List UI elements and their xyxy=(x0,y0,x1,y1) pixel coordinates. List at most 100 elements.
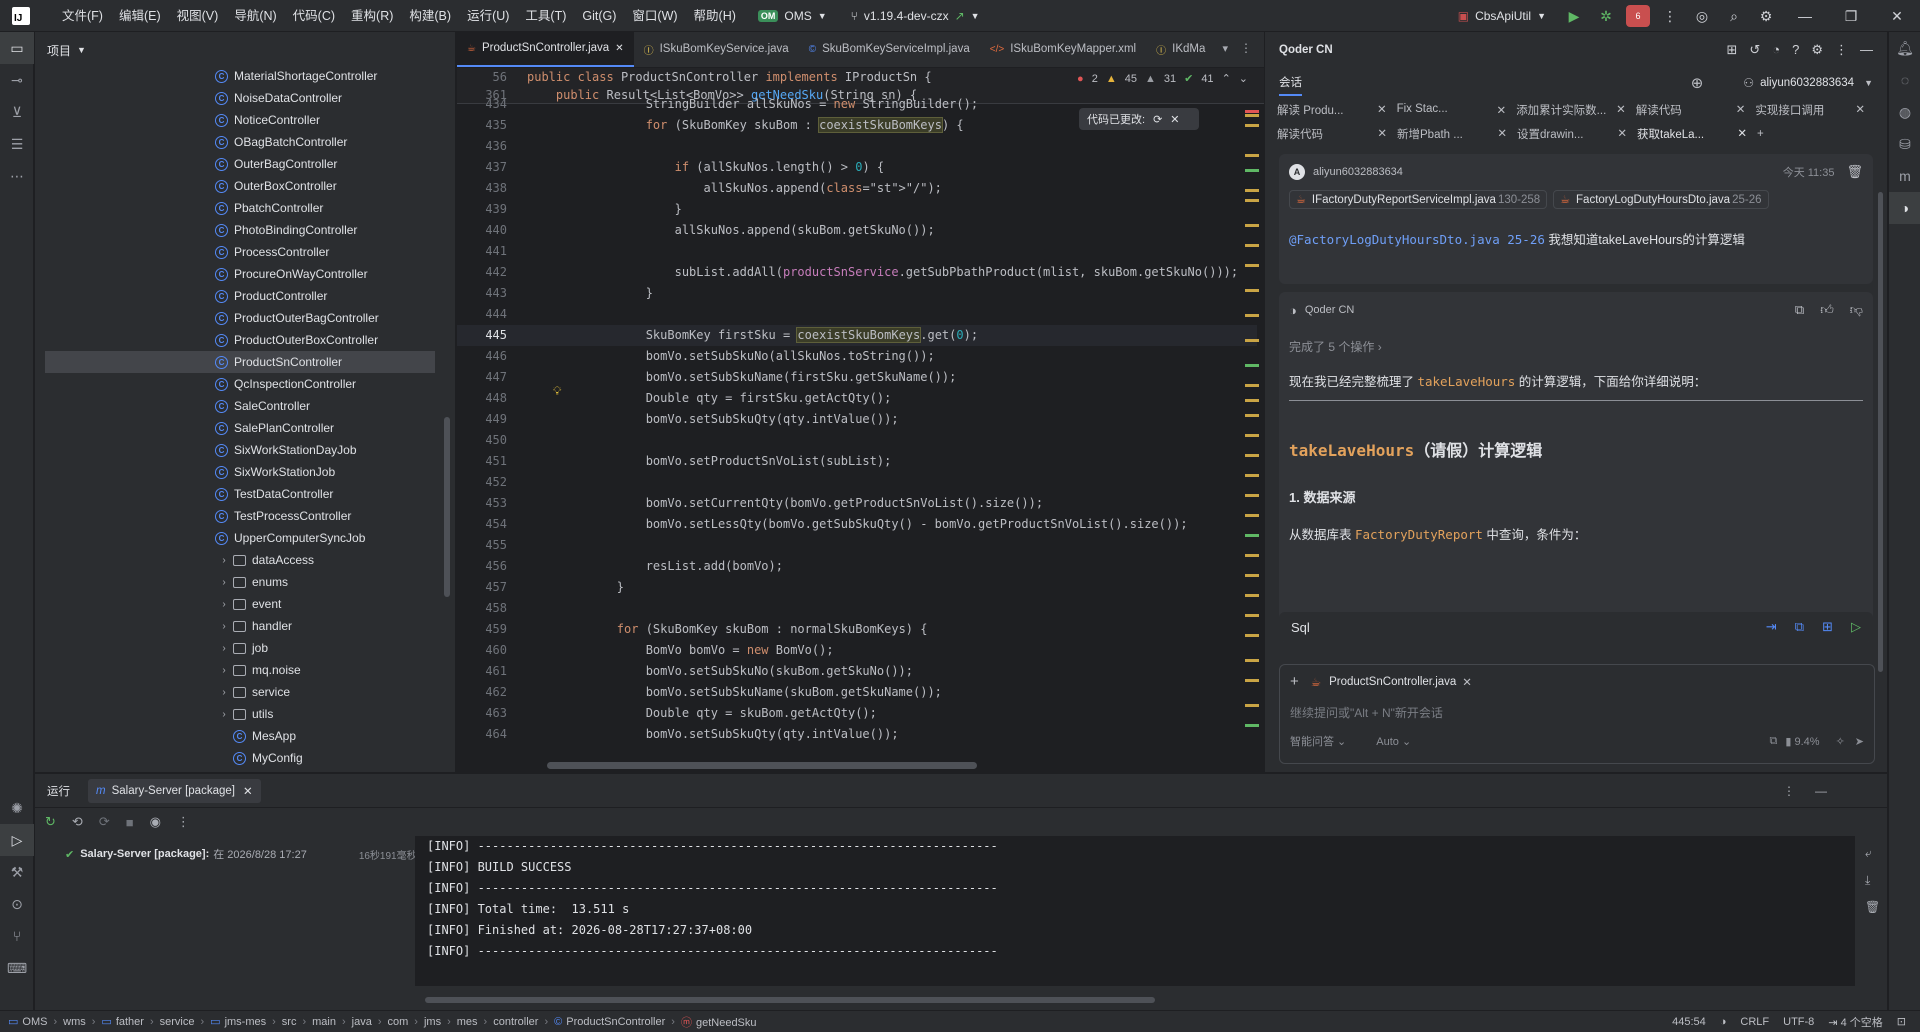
error-stripe-mark[interactable] xyxy=(1245,634,1259,637)
tree-item-class[interactable]: C NoticeController xyxy=(35,109,445,131)
chevron-right-icon[interactable]: › xyxy=(215,709,233,720)
tree-item-class[interactable]: C MyConfig xyxy=(35,747,445,769)
code-line[interactable]: 447 bomVo.setSubSkuName(firstSku.getSkuN… xyxy=(457,367,1257,388)
settings-icon[interactable]: ⚙ xyxy=(1750,8,1782,25)
tree-item-class[interactable]: C OuterBoxController xyxy=(35,175,445,197)
ai-chat-icon[interactable]: ◌ xyxy=(1889,64,1920,96)
error-stripe-mark[interactable] xyxy=(1245,574,1259,577)
run-tool-icon[interactable]: ▷ xyxy=(0,824,34,856)
code-line[interactable]: 440 allSkuNos.append(skuBom.getSkuNo()); xyxy=(457,220,1257,241)
editor-tab[interactable]: ☕︎ ProductSnController.java ✕ xyxy=(457,32,634,67)
services-icon[interactable]: ✺ xyxy=(0,792,34,824)
tree-item-folder[interactable]: › mq.noise xyxy=(35,659,445,681)
error-stripe-mark[interactable] xyxy=(1245,659,1259,662)
qoder-status-icon[interactable]: ◑ xyxy=(1720,1016,1727,1028)
next-highlight-icon[interactable]: ⌄ xyxy=(1239,72,1248,85)
tabs-dropdown-icon[interactable]: ▾ xyxy=(1222,42,1228,55)
git-icon[interactable]: ⑂ xyxy=(0,920,34,952)
build-icon[interactable]: ⚒ xyxy=(0,856,34,888)
commit-tool-icon[interactable]: ⊸ xyxy=(0,64,34,96)
code-line[interactable]: 449 bomVo.setSubSkuQty(qty.intValue()); xyxy=(457,409,1257,430)
code-line[interactable]: 459 for (SkuBomKey skuBom : normalSkuBom… xyxy=(457,619,1257,640)
project-tool-icon[interactable]: ▭ xyxy=(0,32,34,64)
tree-item-class[interactable]: C OBagBatchController xyxy=(35,131,445,153)
search-icon[interactable]: ⌕ xyxy=(1718,8,1750,25)
chevron-right-icon[interactable]: › xyxy=(215,555,233,566)
tree-item-class[interactable]: C ProcessController xyxy=(35,241,445,263)
notifications-icon[interactable]: 🔔︎ xyxy=(1889,32,1920,64)
input-context-chip[interactable]: ProductSnController.java xyxy=(1329,676,1456,688)
chevron-right-icon[interactable]: › xyxy=(215,687,233,698)
code-line[interactable]: 457 } xyxy=(457,577,1257,598)
breadcrumb-item[interactable]: © ProductSnController xyxy=(554,1016,665,1028)
run-icon[interactable]: ▶ xyxy=(1558,8,1590,25)
error-stripe-mark[interactable] xyxy=(1245,414,1259,417)
account-name[interactable]: aliyun6032883634 xyxy=(1760,77,1854,89)
minimize-icon[interactable]: — xyxy=(1815,784,1827,798)
run-tree-item[interactable]: ✔ Salary-Server [package]: 在 2026/8/28 1… xyxy=(65,846,417,862)
tree-item-folder[interactable]: › dataAccess xyxy=(35,549,445,571)
run-tab[interactable]: m Salary-Server [package] ✕ xyxy=(88,778,261,803)
error-stripe-mark[interactable] xyxy=(1245,704,1259,707)
enhance-icon[interactable]: ✧ xyxy=(1836,735,1845,748)
tree-item-class[interactable]: C SixWorkStationJob xyxy=(35,461,445,483)
tabs-more-icon[interactable]: ⋮ xyxy=(1240,41,1252,55)
tree-item-class[interactable]: C MesApp xyxy=(35,725,445,747)
breadcrumb-item[interactable]: mes xyxy=(457,1016,478,1028)
lightbulb-icon[interactable]: 💡︎ xyxy=(553,384,561,399)
error-stripe-mark[interactable] xyxy=(1245,189,1259,192)
error-stripe-mark[interactable] xyxy=(1245,399,1259,402)
tree-item-folder[interactable]: › event xyxy=(35,593,445,615)
code-line[interactable]: 442 subList.addAll(productSnService.getS… xyxy=(457,262,1257,283)
menu-item[interactable]: 构建(B) xyxy=(401,0,459,32)
send-icon[interactable]: ➤ xyxy=(1855,735,1864,748)
tree-item-folder[interactable]: › utils xyxy=(35,703,445,725)
code-line[interactable]: 445 SkuBomKey firstSku = coexistSkuBomKe… xyxy=(457,325,1257,346)
error-stripe[interactable] xyxy=(1245,110,1259,754)
terminal-icon[interactable]: ⌨ xyxy=(0,952,34,984)
chat-scrollbar[interactable] xyxy=(1878,192,1883,672)
tree-item-class[interactable]: C PhotoBindingController xyxy=(35,219,445,241)
stop-icon[interactable]: ■ xyxy=(126,815,134,830)
ai-assistant-icon[interactable]: ◎ xyxy=(1686,8,1718,25)
breadcrumb-item[interactable]: ⓜ getNeedSku xyxy=(681,1014,757,1030)
chat-session-tab[interactable]: 解读代码 ✕ xyxy=(1277,126,1397,142)
code-line[interactable]: 446 bomVo.setSubSkuNo(allSkuNos.toString… xyxy=(457,346,1257,367)
console-output[interactable]: [INFO] ---------------------------------… xyxy=(415,836,1855,986)
debug-icon[interactable]: ✲ xyxy=(1590,8,1622,25)
lock-icon[interactable]: ⊡ xyxy=(1897,1015,1906,1028)
code-line[interactable]: 448 Double qty = firstSku.getActQty(); xyxy=(457,388,1257,409)
tree-item-class[interactable]: C MaterialShortageController xyxy=(35,65,445,87)
console-hscroll[interactable] xyxy=(425,997,1155,1003)
project-panel-header[interactable]: 项目 ▼ xyxy=(35,32,455,68)
tree-item-class[interactable]: C TestProcessController xyxy=(35,505,445,527)
code-line[interactable]: 444 xyxy=(457,304,1257,325)
session-tab[interactable]: 会话 xyxy=(1279,70,1302,96)
clear-icon[interactable]: 🗑︎ xyxy=(1865,900,1880,914)
chat-session-tab[interactable]: 获取takeLa... ✕ xyxy=(1637,126,1757,142)
minimize-panel-icon[interactable]: — xyxy=(1860,42,1873,58)
code-area[interactable]: 434 StringBuilder allSkuNos = new String… xyxy=(457,94,1257,750)
editor-tab[interactable]: </> ISkuBomKeyMapper.xml xyxy=(980,32,1146,67)
menu-item[interactable]: 导航(N) xyxy=(226,0,284,32)
tree-item-folder[interactable]: › handler xyxy=(35,615,445,637)
tree-item-class[interactable]: C TestDataController xyxy=(35,483,445,505)
chevron-right-icon[interactable]: › xyxy=(215,643,233,654)
branch-selector[interactable]: ⑂ v1.19.4-dev-czx ↗ ▼ xyxy=(851,9,980,23)
mode-selector[interactable]: 智能问答 ⌄ xyxy=(1290,733,1346,749)
chevron-down-icon[interactable]: ▼ xyxy=(1864,78,1873,88)
horizontal-scrollbar[interactable] xyxy=(547,762,977,769)
error-stripe-mark[interactable] xyxy=(1245,384,1259,387)
close-icon[interactable]: ✕ xyxy=(1855,102,1865,118)
tree-item-class[interactable]: C SixWorkStationDayJob xyxy=(35,439,445,461)
breadcrumb-item[interactable]: ▭ jms-mes xyxy=(210,1015,266,1028)
code-line[interactable]: 460 BomVo bomVo = new BomVo(); xyxy=(457,640,1257,661)
tree-item-class[interactable]: C OuterBagController xyxy=(35,153,445,175)
editor-tab[interactable]: © SkuBomKeyServiceImpl.java xyxy=(799,32,980,67)
error-stripe-mark[interactable] xyxy=(1245,169,1259,172)
close-icon[interactable]: ✕ xyxy=(243,784,253,798)
chat-session-tab[interactable]: 实现接口调用 ✕ xyxy=(1755,102,1875,118)
code-line[interactable]: 463 Double qty = skuBom.getActQty(); xyxy=(457,703,1257,724)
error-stripe-mark[interactable] xyxy=(1245,434,1259,437)
structure-icon[interactable]: ☰ xyxy=(0,128,34,160)
